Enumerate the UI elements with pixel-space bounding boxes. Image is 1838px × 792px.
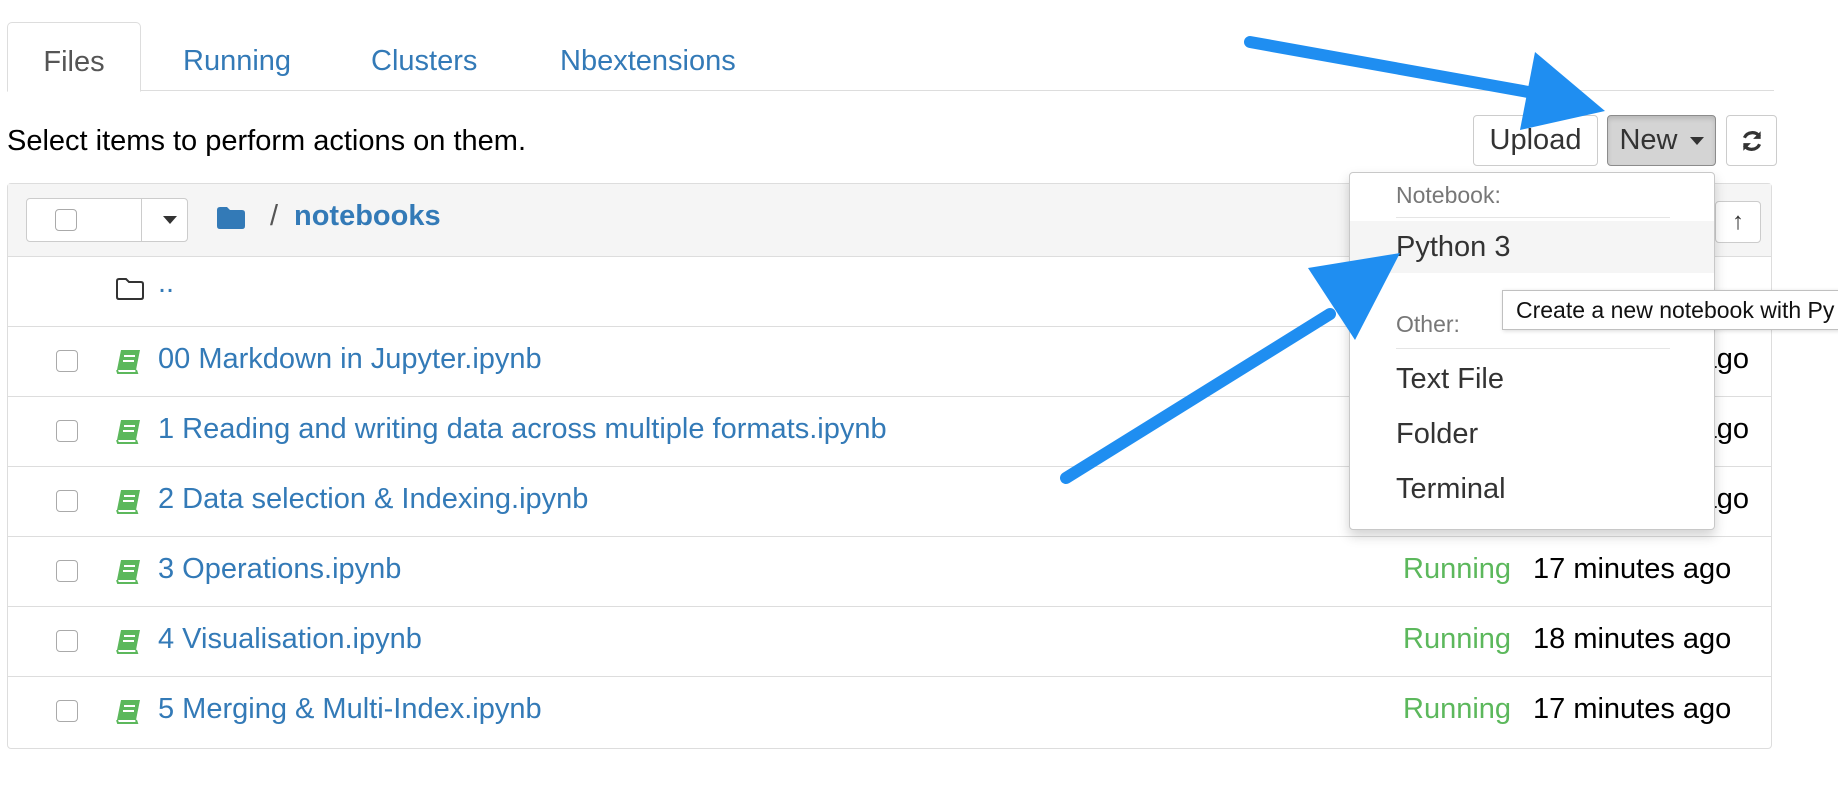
row-checkbox[interactable] bbox=[56, 560, 78, 582]
select-dropdown-icon[interactable] bbox=[163, 216, 177, 224]
row-checkbox[interactable] bbox=[56, 630, 78, 652]
select-all-control[interactable] bbox=[26, 198, 188, 242]
modified-time: 18 minutes ago bbox=[1533, 623, 1732, 655]
menu-item-folder[interactable]: Folder bbox=[1350, 408, 1714, 460]
row-checkbox[interactable] bbox=[56, 700, 78, 722]
row-checkbox[interactable] bbox=[56, 490, 78, 512]
notebook-icon bbox=[116, 700, 140, 724]
select-all-checkbox[interactable] bbox=[55, 209, 77, 231]
notebook-link[interactable]: 3 Operations.ipynb bbox=[158, 553, 401, 586]
breadcrumb-current[interactable]: notebooks bbox=[294, 200, 441, 233]
running-status: Running bbox=[1403, 553, 1512, 585]
refresh-button[interactable] bbox=[1726, 115, 1777, 166]
menu-divider bbox=[1396, 217, 1670, 218]
notebook-link[interactable]: 00 Markdown in Jupyter.ipynb bbox=[158, 343, 542, 376]
notebook-icon bbox=[116, 630, 140, 654]
running-status: Running bbox=[1403, 693, 1512, 725]
list-item[interactable]: 4 Visualisation.ipynb Running 18 minutes… bbox=[8, 607, 1771, 677]
instructions-text: Select items to perform actions on them. bbox=[7, 125, 526, 157]
notebook-link[interactable]: 2 Data selection & Indexing.ipynb bbox=[158, 483, 588, 516]
new-dropdown-menu: Notebook: Python 3 Other: Text File Fold… bbox=[1349, 172, 1715, 530]
sort-arrow-up-icon[interactable]: ↑ bbox=[1715, 201, 1761, 243]
new-button-label: New bbox=[1619, 124, 1678, 156]
notebook-icon bbox=[116, 420, 140, 444]
tab-nbextensions[interactable]: Nbextensions bbox=[560, 22, 736, 90]
notebook-icon bbox=[116, 350, 140, 374]
notebook-link[interactable]: 4 Visualisation.ipynb bbox=[158, 623, 422, 656]
tab-clusters[interactable]: Clusters bbox=[371, 22, 477, 90]
menu-item-text-file[interactable]: Text File bbox=[1350, 353, 1714, 405]
updir-link[interactable]: .. bbox=[158, 267, 174, 300]
tab-bar: Files Running Clusters Nbextensions bbox=[7, 22, 1774, 92]
menu-header-other: Other: bbox=[1396, 311, 1460, 337]
tab-files[interactable]: Files bbox=[7, 22, 141, 92]
running-status: Running bbox=[1403, 623, 1512, 655]
list-item[interactable]: 3 Operations.ipynb Running 17 minutes ag… bbox=[8, 537, 1771, 607]
upload-button[interactable]: Upload bbox=[1473, 115, 1598, 166]
menu-item-terminal[interactable]: Terminal bbox=[1350, 463, 1714, 515]
notebook-icon bbox=[116, 490, 140, 514]
divider bbox=[141, 199, 142, 241]
tooltip: Create a new notebook with Py bbox=[1502, 290, 1838, 330]
list-item[interactable]: 5 Merging & Multi-Index.ipynb Running 17… bbox=[8, 677, 1771, 747]
modified-time: 17 minutes ago bbox=[1533, 693, 1732, 725]
menu-item-python3[interactable]: Python 3 bbox=[1350, 221, 1714, 273]
refresh-icon bbox=[1742, 131, 1761, 152]
menu-header-notebook: Notebook: bbox=[1396, 182, 1501, 208]
row-checkbox[interactable] bbox=[56, 420, 78, 442]
row-checkbox[interactable] bbox=[56, 350, 78, 372]
tab-running[interactable]: Running bbox=[183, 22, 291, 90]
notebook-link[interactable]: 1 Reading and writing data across multip… bbox=[158, 413, 887, 446]
folder-outline-icon bbox=[116, 278, 144, 300]
new-button[interactable]: New bbox=[1607, 115, 1716, 166]
menu-divider bbox=[1396, 348, 1670, 349]
modified-time: 17 minutes ago bbox=[1533, 553, 1732, 585]
caret-down-icon bbox=[1689, 137, 1704, 146]
breadcrumb-separator: / bbox=[270, 200, 279, 232]
notebook-icon bbox=[116, 560, 140, 584]
folder-icon[interactable] bbox=[216, 206, 246, 230]
notebook-link[interactable]: 5 Merging & Multi-Index.ipynb bbox=[158, 693, 542, 726]
